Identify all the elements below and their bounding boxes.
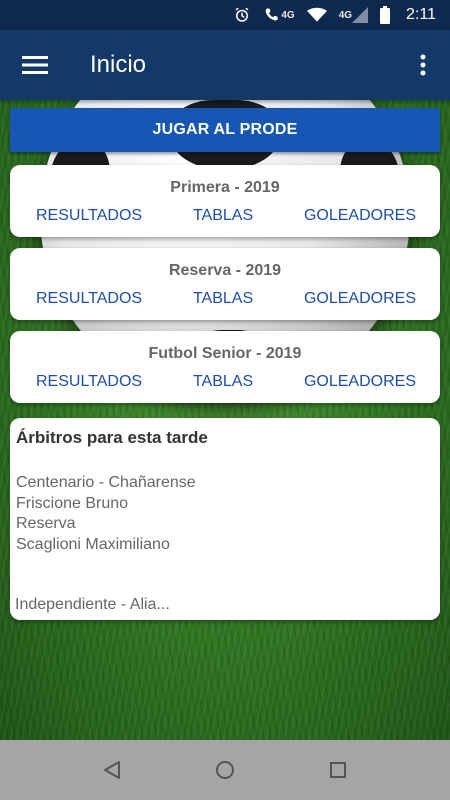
referees-title: Árbitros para esta tarde — [16, 428, 208, 447]
referee-line: Reserva — [16, 515, 76, 532]
referees-card[interactable]: Árbitros para esta tarde Centenario - Ch… — [10, 418, 440, 620]
tables-link[interactable]: TABLAS — [193, 207, 253, 225]
league-card-primera: Primera - 2019 RESULTADOS TABLAS GOLEADO… — [10, 165, 440, 237]
league-title: Futbol Senior - 2019 — [148, 345, 302, 362]
page-title: Inicio — [90, 51, 147, 78]
alarm-icon — [233, 6, 251, 24]
hamburger-menu-icon — [22, 56, 48, 74]
tables-link[interactable]: TABLAS — [193, 290, 253, 308]
network-label: 4G — [281, 9, 295, 21]
league-title: Primera - 2019 — [170, 179, 280, 196]
referee-line-truncated: Independiente - Alia... — [15, 596, 170, 613]
league-card-senior: Futbol Senior - 2019 RESULTADOS TABLAS G… — [10, 331, 440, 403]
nav-home-icon — [215, 761, 234, 779]
results-link[interactable]: RESULTADOS — [36, 290, 142, 308]
cell-signal-icon: 4G — [338, 7, 369, 23]
nav-back-icon — [103, 761, 120, 779]
overflow-menu-button[interactable] — [396, 30, 450, 100]
play-prode-button[interactable]: JUGAR AL PRODE — [10, 108, 440, 152]
menu-button[interactable] — [0, 30, 70, 100]
tables-link[interactable]: TABLAS — [193, 373, 253, 391]
scorers-link[interactable]: GOLEADORES — [304, 207, 416, 225]
results-link[interactable]: RESULTADOS — [36, 373, 142, 391]
referee-line: Scaglioni Maximiliano — [16, 535, 170, 553]
more-vert-icon — [420, 54, 426, 76]
status-bar: 4G 4G 2:11 — [0, 0, 450, 30]
network-label-2: 4G — [338, 9, 353, 21]
wifi-calling-icon: 4G — [263, 6, 295, 24]
referee-line: Centenario - Chañarense — [16, 474, 196, 491]
battery-icon — [380, 6, 391, 24]
home-button[interactable] — [200, 745, 250, 795]
scorers-link[interactable]: GOLEADORES — [304, 373, 416, 391]
app-bar: Inicio — [0, 30, 450, 100]
scorers-link[interactable]: GOLEADORES — [304, 290, 416, 308]
wifi-icon — [306, 7, 327, 23]
recents-button[interactable] — [313, 745, 363, 795]
league-links: RESULTADOS TABLAS GOLEADORES — [10, 290, 440, 308]
league-links: RESULTADOS TABLAS GOLEADORES — [10, 207, 440, 225]
league-card-reserva: Reserva - 2019 RESULTADOS TABLAS GOLEADO… — [10, 248, 440, 320]
system-nav-bar — [0, 740, 450, 800]
league-links: RESULTADOS TABLAS GOLEADORES — [10, 373, 440, 391]
clock: 2:11 — [406, 6, 436, 23]
referee-line: Friscione Bruno — [16, 494, 129, 512]
back-button[interactable] — [87, 745, 137, 795]
results-link[interactable]: RESULTADOS — [36, 207, 142, 225]
league-title: Reserva - 2019 — [168, 262, 282, 279]
nav-recents-icon — [330, 762, 347, 778]
